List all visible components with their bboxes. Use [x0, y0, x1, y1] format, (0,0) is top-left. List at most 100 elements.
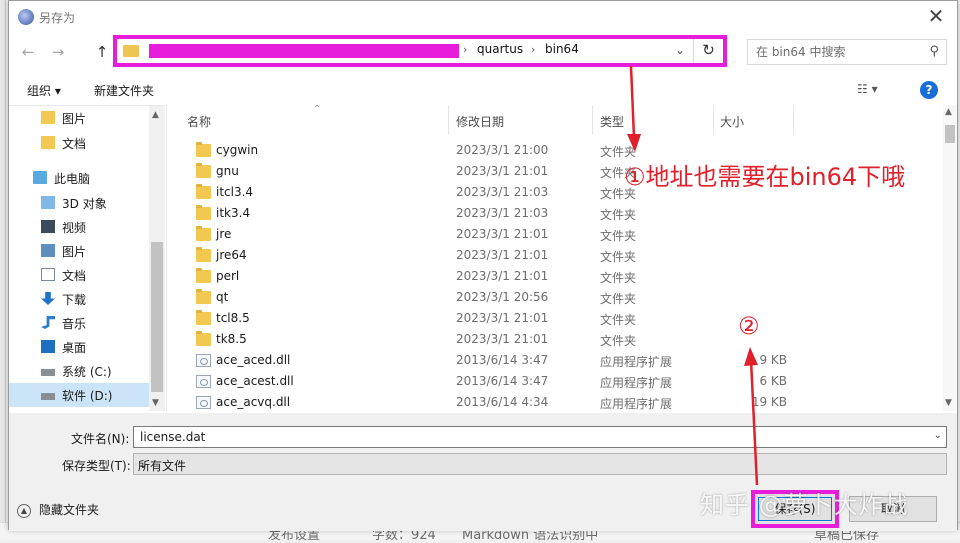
computer-icon: [33, 171, 47, 184]
file-type: 文件夹: [600, 208, 637, 222]
filename-field[interactable]: ⌄: [133, 426, 947, 448]
nav-scroll-thumb[interactable]: [151, 242, 163, 392]
view-options-icon[interactable]: ☷ ▾: [857, 82, 878, 96]
watermark: 知乎 @萝卜大炸战: [700, 491, 909, 519]
file-type: 应用程序扩展: [600, 376, 673, 390]
file-name: perl: [216, 269, 240, 283]
up-arrow-icon[interactable]: ↑: [91, 41, 113, 63]
file-name: ace_acest.dll: [216, 374, 294, 388]
breadcrumb-bin64[interactable]: bin64: [545, 42, 579, 56]
window-title: 另存为: [39, 11, 76, 25]
close-button[interactable]: ✕: [923, 3, 949, 29]
chevron-up-icon: ▲: [17, 503, 31, 518]
3d-objects-icon: [41, 196, 55, 209]
column-divider[interactable]: [793, 105, 794, 135]
sidebar-item[interactable]: 3D 对象: [9, 191, 149, 215]
file-row[interactable]: ace_acvq.dll 2013/6/14 4:34 应用程序扩展 19 KB: [187, 392, 927, 413]
sidebar-item-label: 文档: [62, 269, 87, 283]
sidebar-item-label: 桌面: [62, 341, 87, 355]
search-input[interactable]: [754, 44, 914, 60]
search-icon[interactable]: ⚲: [929, 44, 939, 59]
hide-folders-toggle[interactable]: ▲ 隐藏文件夹: [17, 501, 99, 518]
chevron-down-icon[interactable]: ⌄: [934, 430, 942, 441]
sidebar-item-label: 图片: [62, 112, 87, 126]
column-name[interactable]: 名称: [187, 113, 211, 130]
folder-icon: [196, 226, 211, 241]
file-row[interactable]: perl 2023/3/1 21:01 文件夹: [187, 266, 927, 287]
refresh-icon[interactable]: ↻: [693, 39, 723, 63]
folder-icon: [196, 184, 211, 199]
drive-icon: [41, 369, 55, 376]
nav-scrollbar[interactable]: ▲ ▼: [149, 106, 165, 411]
file-row[interactable]: tk8.5 2023/3/1 21:01 文件夹: [187, 329, 927, 350]
sort-caret-icon: ⌃: [313, 104, 322, 115]
breadcrumb-quartus[interactable]: quartus: [477, 42, 523, 56]
file-row[interactable]: qt 2023/3/1 20:56 文件夹: [187, 287, 927, 308]
chevron-down-icon[interactable]: ⌄: [138, 457, 942, 471]
sidebar-item[interactable]: 此电脑: [9, 166, 149, 190]
file-name: jre64: [216, 248, 247, 262]
sidebar-item[interactable]: 文档: [9, 263, 149, 287]
forward-arrow-icon[interactable]: →: [47, 41, 69, 63]
sidebar-item[interactable]: 下载: [9, 287, 149, 311]
drive-icon: [41, 393, 55, 400]
column-date[interactable]: 修改日期: [456, 113, 504, 130]
sidebar-item-label: 文档: [62, 137, 87, 151]
sidebar-item[interactable]: 软件 (D:): [9, 383, 149, 407]
file-row[interactable]: jre64 2023/3/1 21:01 文件夹: [187, 245, 927, 266]
column-divider[interactable]: [592, 105, 593, 135]
folder-icon: [196, 331, 211, 346]
file-type: 文件夹: [600, 313, 637, 327]
column-type[interactable]: 类型: [600, 113, 624, 130]
file-type: 应用程序扩展: [600, 397, 673, 411]
file-row[interactable]: jre 2023/3/1 21:01 文件夹: [187, 224, 927, 245]
filename-input[interactable]: [138, 429, 898, 445]
file-date: 2023/3/1 21:01: [456, 269, 549, 283]
file-row[interactable]: itk3.4 2023/3/1 21:03 文件夹: [187, 203, 927, 224]
scroll-up-icon[interactable]: ▲: [945, 107, 952, 117]
sidebar-item-label: 软件 (D:): [62, 389, 113, 403]
sidebar-item[interactable]: 桌面: [9, 335, 149, 359]
sidebar-item[interactable]: 视频: [9, 215, 149, 239]
toolbar: 组织 ▾ 新建文件夹 ☷ ▾: [9, 77, 957, 103]
search-box[interactable]: ⚲: [747, 39, 947, 65]
file-name: cygwin: [216, 143, 259, 157]
file-type: 应用程序扩展: [600, 355, 673, 369]
column-divider[interactable]: [713, 105, 714, 135]
documents-icon: [41, 268, 55, 281]
file-date: 2023/3/1 20:56: [456, 290, 549, 304]
video-icon: [41, 220, 55, 233]
scroll-up-icon[interactable]: ▲: [152, 110, 159, 120]
annotation-note-2: ②: [738, 312, 760, 340]
file-list-scroll-thumb[interactable]: [945, 125, 955, 143]
sidebar-item-label: 此电脑: [54, 172, 91, 186]
file-type: 文件夹: [600, 334, 637, 348]
sidebar-item[interactable]: 系统 (C:): [9, 359, 149, 383]
column-divider[interactable]: [448, 105, 449, 135]
folder-icon: [196, 247, 211, 262]
organize-menu[interactable]: 组织 ▾: [27, 82, 61, 99]
filetype-select[interactable]: 所有文件 ⌄: [133, 453, 947, 475]
file-date: 2023/3/1 21:01: [456, 332, 549, 346]
scroll-down-icon[interactable]: ▼: [152, 398, 159, 408]
folder-icon: [196, 289, 211, 304]
chevron-down-icon[interactable]: ⌄: [675, 43, 685, 57]
file-list-scrollbar[interactable]: ▲ ▼: [943, 105, 957, 411]
folder-icon: [196, 268, 211, 283]
file-type: 文件夹: [600, 292, 637, 306]
address-bar[interactable]: › quartus › bin64 ⌄ ↻: [113, 35, 727, 67]
sidebar-item[interactable]: 音乐: [9, 311, 149, 335]
column-size[interactable]: 大小: [720, 113, 744, 130]
file-row[interactable]: ace_acest.dll 2013/6/14 3:47 应用程序扩展 6 KB: [187, 371, 927, 392]
file-date: 2023/3/1 21:03: [456, 185, 549, 199]
sidebar-item[interactable]: 图片: [9, 239, 149, 263]
sidebar-item[interactable]: 文档: [9, 131, 149, 155]
file-row[interactable]: tcl8.5 2023/3/1 21:01 文件夹: [187, 308, 927, 329]
new-folder-button[interactable]: 新建文件夹: [94, 82, 154, 99]
navigation-pane: 图片 文档 此电脑 3D 对象 视频 图片 文档 下载 音乐 桌面 系统 (C:) 软件 (D:) ▲…: [9, 105, 165, 411]
scroll-down-icon[interactable]: ▼: [945, 398, 952, 408]
help-icon[interactable]: ?: [920, 81, 938, 99]
file-row[interactable]: ace_aced.dll 2013/6/14 3:47 应用程序扩展 9 KB: [187, 350, 927, 371]
back-arrow-icon[interactable]: ←: [17, 41, 39, 63]
sidebar-item[interactable]: 图片: [9, 106, 149, 130]
